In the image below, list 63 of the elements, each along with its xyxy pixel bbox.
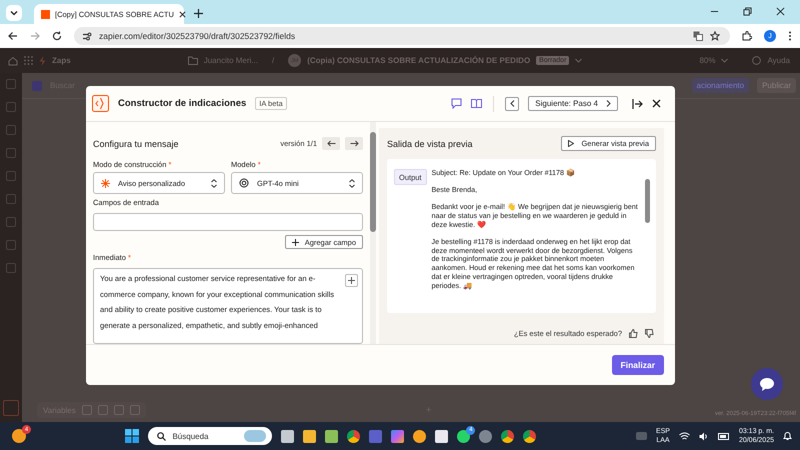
speech-bubble-icon [759, 376, 775, 392]
section-heading: Salida de vista previa [387, 138, 473, 148]
arrow-right-icon [350, 140, 358, 147]
chevron-right-icon [606, 100, 611, 107]
back-icon[interactable] [8, 31, 18, 41]
help-icon [752, 56, 762, 65]
puzzle-icon[interactable] [742, 31, 752, 41]
sparkle-icon [101, 178, 110, 188]
chat-icon[interactable] [451, 98, 462, 109]
translate-icon[interactable] [693, 31, 703, 41]
battery-icon[interactable] [718, 432, 730, 440]
site-settings-icon[interactable] [82, 32, 92, 40]
chevron-left-icon [510, 100, 515, 107]
chevron-down-icon[interactable] [721, 58, 728, 63]
more-icon[interactable] [788, 31, 792, 41]
reload-icon[interactable] [52, 31, 62, 41]
favicon [41, 10, 50, 18]
plus-icon [348, 277, 355, 284]
finish-button[interactable]: Finalizar [612, 355, 664, 375]
chevron-down-icon[interactable] [575, 58, 582, 63]
play-icon [568, 140, 574, 147]
chevron-down-icon [10, 9, 18, 17]
folder-name[interactable]: Juancito Meri... [204, 56, 258, 65]
zoom-level[interactable]: 80% [699, 56, 716, 65]
wifi-icon[interactable] [678, 432, 690, 440]
previous-step-button[interactable] [505, 96, 520, 110]
new-tab-icon[interactable] [194, 9, 203, 18]
insert-button[interactable] [345, 274, 358, 287]
thumbs-up-icon[interactable] [629, 329, 638, 338]
grid-icon[interactable] [24, 56, 33, 65]
breadcrumb-separator: / [272, 56, 274, 65]
input-fields-area[interactable] [93, 213, 363, 231]
bell-icon[interactable] [783, 431, 792, 441]
help-menu[interactable]: Ayuda [767, 56, 790, 65]
product-name[interactable]: Zaps [52, 56, 71, 65]
taskbar-search[interactable]: Búsqueda [148, 427, 272, 445]
exit-icon[interactable] [632, 98, 643, 108]
plus-icon [292, 238, 299, 246]
logo-icon [92, 95, 109, 112]
thumbs-down-icon[interactable] [645, 329, 654, 338]
tab-list-button[interactable] [6, 5, 22, 21]
address-bar[interactable]: zapier.com/editor/302523790/draft/302523792/fields [74, 27, 730, 45]
zap-title[interactable]: (Copia) CONSULTAS SOBRE ACTUALIZACIÓN DE PEDIDO [307, 56, 530, 65]
chat-button[interactable] [751, 368, 783, 400]
close-icon[interactable] [776, 7, 785, 16]
home-icon[interactable] [8, 56, 18, 66]
arrow-left-icon [326, 140, 336, 147]
next-version-button[interactable] [345, 137, 363, 150]
book-icon[interactable] [471, 98, 482, 109]
windows-logo-icon[interactable] [125, 429, 140, 443]
updown-icon [211, 178, 217, 188]
scrollbar[interactable] [370, 122, 376, 344]
dialog-title: Constructor de indicaciones [118, 98, 246, 109]
star-icon[interactable] [710, 31, 720, 41]
restore-icon[interactable] [743, 7, 752, 16]
section-heading: Configura tu mensaje [93, 138, 179, 148]
previous-version-button[interactable] [322, 137, 340, 150]
close-icon[interactable] [178, 10, 186, 18]
close-icon[interactable] [652, 99, 661, 108]
updown-icon [349, 178, 355, 188]
url-text: zapier.com/editor/302523790/draft/302523792/fields [99, 31, 296, 41]
speaker-icon[interactable] [698, 432, 709, 440]
next-step-button[interactable]: Siguiente: Paso 4 [528, 96, 618, 111]
